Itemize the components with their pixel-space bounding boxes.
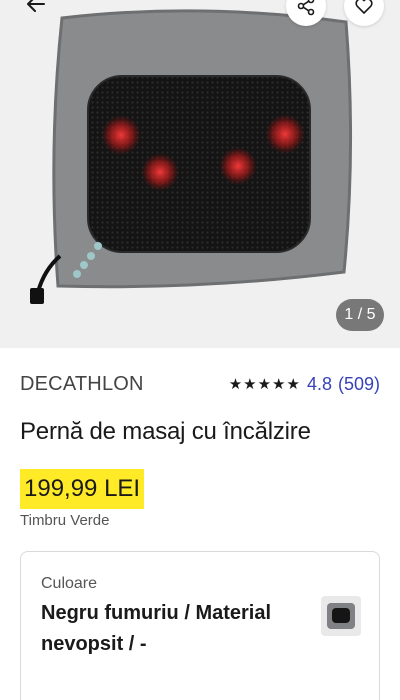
brand-name[interactable]: DECATHLON	[20, 373, 144, 396]
variant-value: Negru fumuriu / Material nevopsit / -	[41, 602, 272, 655]
pillow-thumbnail-icon	[327, 603, 355, 629]
rating-summary[interactable]: ★★★★★ 4.8 (509)	[229, 374, 380, 395]
variant-swatch	[321, 596, 361, 636]
product-image	[30, 9, 353, 304]
product-price: 199,99 LEI	[20, 469, 145, 509]
heart-icon	[355, 0, 373, 14]
variant-label: Culoare	[41, 575, 98, 592]
product-title: Pernă de masaj cu încălzire	[20, 418, 311, 445]
product-image-gallery[interactable]: 1 / 5	[0, 0, 400, 348]
image-counter: 1 / 5	[336, 299, 384, 331]
green-stamp-note: Timbru Verde	[20, 512, 110, 529]
brand-rating-row: DECATHLON ★★★★★ 4.8 (509)	[20, 372, 380, 396]
rating-value: 4.8	[306, 373, 332, 394]
review-count: (509)	[337, 373, 380, 394]
share-icon	[297, 0, 315, 16]
back-button[interactable]	[20, 0, 52, 20]
variant-selector-card[interactable]: Culoare Negru fumuriu / Material nevopsi…	[20, 551, 380, 700]
arrow-left-icon	[27, 0, 45, 12]
star-rating-icon: ★★★★★	[228, 376, 301, 393]
